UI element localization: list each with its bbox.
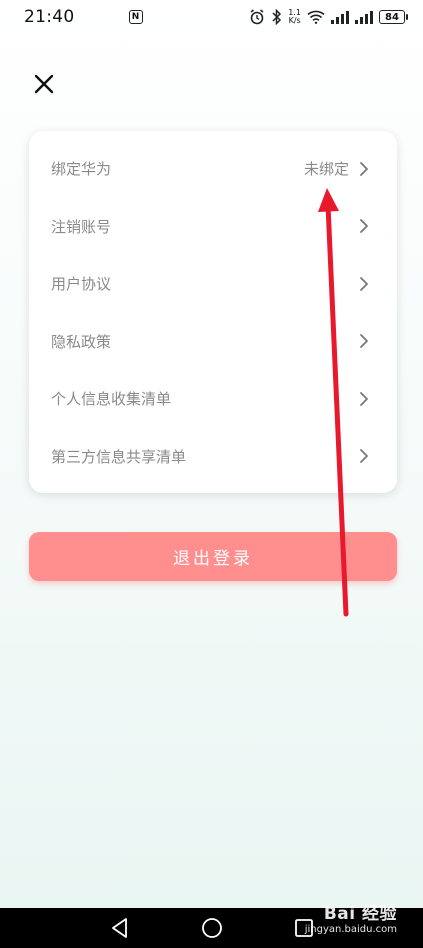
menu-item-label: 个人信息收集清单 — [51, 390, 172, 409]
close-button[interactable] — [28, 68, 60, 100]
bluetooth-icon — [272, 9, 282, 25]
battery-icon: 84 — [379, 10, 408, 24]
signal-icon — [331, 10, 349, 24]
chevron-right-icon — [360, 219, 368, 234]
chevron-right-icon — [360, 391, 368, 406]
status-time: 21:40 — [24, 7, 75, 27]
watermark-url: jingyan.baidu.com — [304, 924, 397, 935]
wifi-icon — [307, 10, 325, 24]
back-icon[interactable] — [108, 916, 132, 940]
nfc-glyph: N — [131, 12, 140, 22]
status-bar: 21:40 N 1.1 K/s 84 — [0, 0, 423, 34]
menu-item-third-party-sharing-list[interactable]: 第三方信息共享清单 — [29, 428, 397, 486]
chevron-right-icon — [360, 276, 368, 291]
network-speed: 1.1 K/s — [288, 9, 301, 25]
baidu-jingyan-watermark: Bai 经验 jingyan.baidu.com — [305, 904, 397, 936]
chevron-right-icon — [360, 449, 368, 464]
menu-item-label: 用户协议 — [51, 275, 112, 294]
logout-button[interactable]: 退出登录 — [29, 532, 397, 581]
menu-item-bind-huawei[interactable]: 绑定华为 未绑定 — [29, 140, 397, 198]
alarm-icon — [250, 9, 264, 25]
menu-item-label: 隐私政策 — [51, 332, 112, 351]
watermark-main: Bai 经验 — [323, 904, 397, 924]
speed-unit: K/s — [288, 16, 301, 25]
chevron-right-icon — [360, 161, 368, 176]
menu-item-label: 第三方信息共享清单 — [51, 447, 187, 466]
menu-item-privacy-policy[interactable]: 隐私政策 — [29, 313, 397, 371]
menu-item-user-agreement[interactable]: 用户协议 — [29, 255, 397, 313]
signal-icon — [355, 10, 373, 24]
bind-status-value: 未绑定 — [303, 160, 349, 179]
menu-item-personal-info-list[interactable]: 个人信息收集清单 — [29, 370, 397, 428]
menu-item-label: 注销账号 — [51, 217, 112, 236]
menu-item-cancel-account[interactable]: 注销账号 — [29, 198, 397, 256]
nfc-icon: N — [128, 10, 143, 24]
battery-level: 84 — [385, 11, 399, 23]
home-icon[interactable] — [200, 916, 224, 940]
chevron-right-icon — [360, 334, 368, 349]
close-icon — [34, 74, 54, 94]
menu-item-label: 绑定华为 — [51, 160, 112, 179]
settings-card: 绑定华为 未绑定 注销账号 用户协议 隐私政策 个人信息收集清单 第三方信息共享… — [29, 131, 397, 493]
